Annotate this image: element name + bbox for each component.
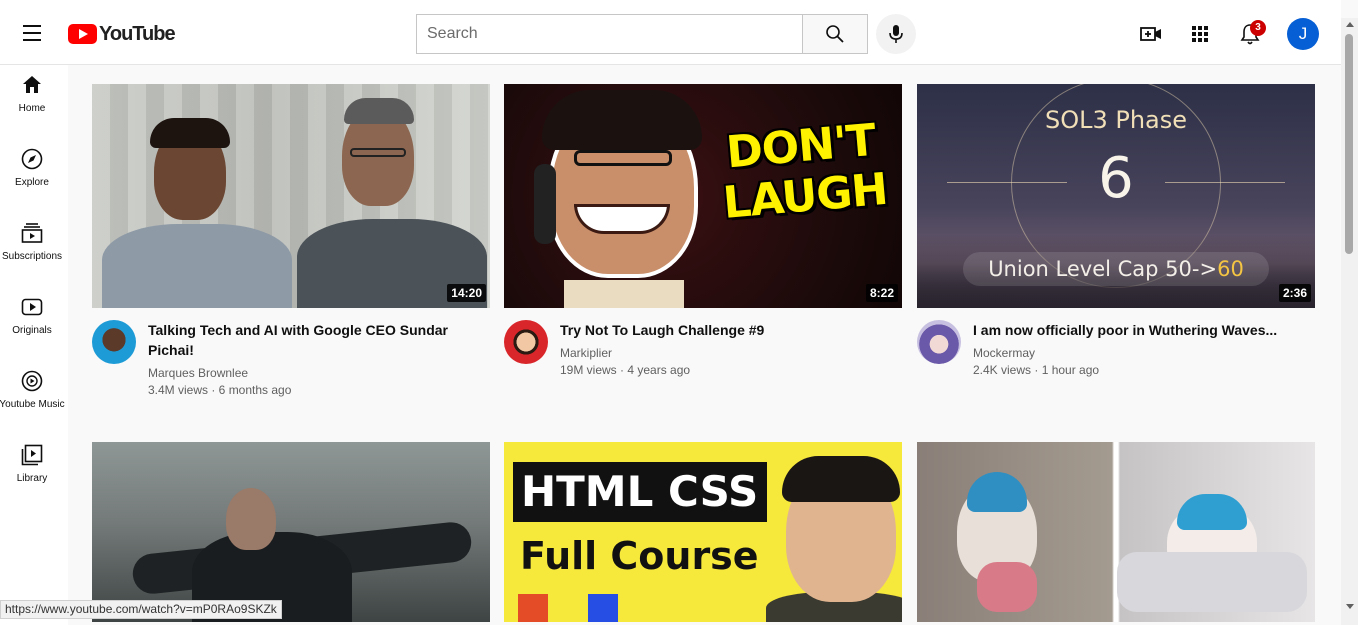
sidebar-item-subscriptions[interactable]: Subscriptions [0,217,64,277]
sidebar-item-explore[interactable]: Explore [0,143,64,203]
video-thumbnail[interactable]: DON'T LAUGH 8:22 [504,84,902,308]
video-thumbnail[interactable] [917,442,1315,622]
channel-avatar[interactable] [92,320,136,364]
video-stats: 19M views · 4 years ago [560,363,691,377]
video-card [92,442,490,622]
video-duration: 8:22 [865,284,898,302]
sidebar-item-home[interactable]: Home [0,69,64,129]
video-card [917,442,1315,622]
video-stats: 3.4M views · 6 months ago [148,383,292,397]
sidebar-item-label: Youtube Music [0,399,65,410]
html5-logo-icon [518,594,548,622]
status-bar-url: https://www.youtube.com/watch?v=mP0RAo9S… [0,600,282,619]
masthead: YouTube Search 3 J [0,0,1341,65]
apps-grid-icon [1192,26,1208,42]
youtube-logo[interactable]: YouTube [68,22,176,46]
scrollbar-thumb[interactable] [1345,34,1353,254]
youtube-play-icon [68,24,97,44]
video-duration: 2:36 [1278,284,1311,302]
hamburger-menu-icon[interactable] [20,22,44,46]
sidebar-item-label: Library [16,473,48,484]
video-thumbnail[interactable]: HTML CSS Full Course [504,442,902,622]
scroll-down-arrow-icon[interactable] [1346,604,1354,609]
sidebar-item-originals[interactable]: Originals [0,291,64,351]
video-card: DON'T LAUGH 8:22 Try Not To Laugh Challe… [504,84,902,377]
compass-icon [20,147,44,171]
video-title[interactable]: Try Not To Laugh Challenge #9 [560,320,902,340]
css3-logo-icon [588,594,618,622]
video-plus-icon [1140,27,1161,41]
apps-button[interactable] [1188,22,1212,46]
browser-window: YouTube Search 3 J Home Explore Subscrip… [0,0,1358,625]
video-card: HTML CSS Full Course [504,442,902,622]
video-stats: 2.4K views · 1 hour ago [973,363,1100,377]
search-icon [826,25,844,43]
mini-guide-sidebar: Home Explore Subscriptions Originals You… [0,65,68,625]
thumbnail-number: 6 [1098,146,1134,211]
sidebar-item-youtube-music[interactable]: Youtube Music [0,365,65,425]
thumbnail-caption: Full Course [520,534,759,578]
video-duration: 14:20 [447,284,486,302]
channel-name[interactable]: Mockermay [973,346,1315,360]
subscriptions-icon [20,221,44,245]
channel-name[interactable]: Marques Brownlee [148,366,490,380]
logo-text: YouTube [99,22,176,45]
thumbnail-heading: SOL3 Phase [1044,106,1188,134]
channel-avatar[interactable] [504,320,548,364]
music-icon [20,369,44,393]
scroll-up-arrow-icon[interactable] [1346,22,1354,27]
home-icon [20,73,44,97]
library-icon [20,443,44,467]
create-video-button[interactable] [1139,22,1163,46]
sidebar-item-label: Home [18,103,46,114]
video-title[interactable]: I am now officially poor in Wuthering Wa… [973,320,1315,340]
search-bar [416,14,868,54]
voice-search-button[interactable] [876,14,916,54]
video-thumbnail[interactable]: 14:20 [92,84,490,308]
page-scrollbar[interactable] [1341,18,1358,625]
search-input[interactable] [416,14,802,54]
channel-name[interactable]: Markiplier [560,346,902,360]
originals-icon [20,295,44,319]
channel-avatar[interactable] [917,320,961,364]
thumbnail-caption: DON'T LAUGH [721,114,890,229]
video-thumbnail[interactable] [92,442,490,622]
video-thumbnail[interactable]: SOL3 Phase 6 Union Level Cap 50->60 2:36 [917,84,1315,308]
search-button[interactable] [802,14,868,54]
video-card: 14:20 Talking Tech and AI with Google CE… [92,84,490,397]
video-card: SOL3 Phase 6 Union Level Cap 50->60 2:36… [917,84,1315,377]
notification-count-badge: 3 [1250,20,1266,36]
video-title[interactable]: Talking Tech and AI with Google CEO Sund… [148,320,490,360]
account-avatar[interactable]: J [1287,18,1319,50]
thumbnail-caption: Union Level Cap 50->60 [963,252,1269,286]
microphone-icon [889,25,903,43]
sidebar-item-library[interactable]: Library [0,439,64,499]
sidebar-item-label: Subscriptions [1,251,63,262]
sidebar-item-label: Explore [15,177,49,188]
sidebar-item-label: Originals [12,325,52,336]
thumbnail-heading: HTML CSS [513,462,767,522]
